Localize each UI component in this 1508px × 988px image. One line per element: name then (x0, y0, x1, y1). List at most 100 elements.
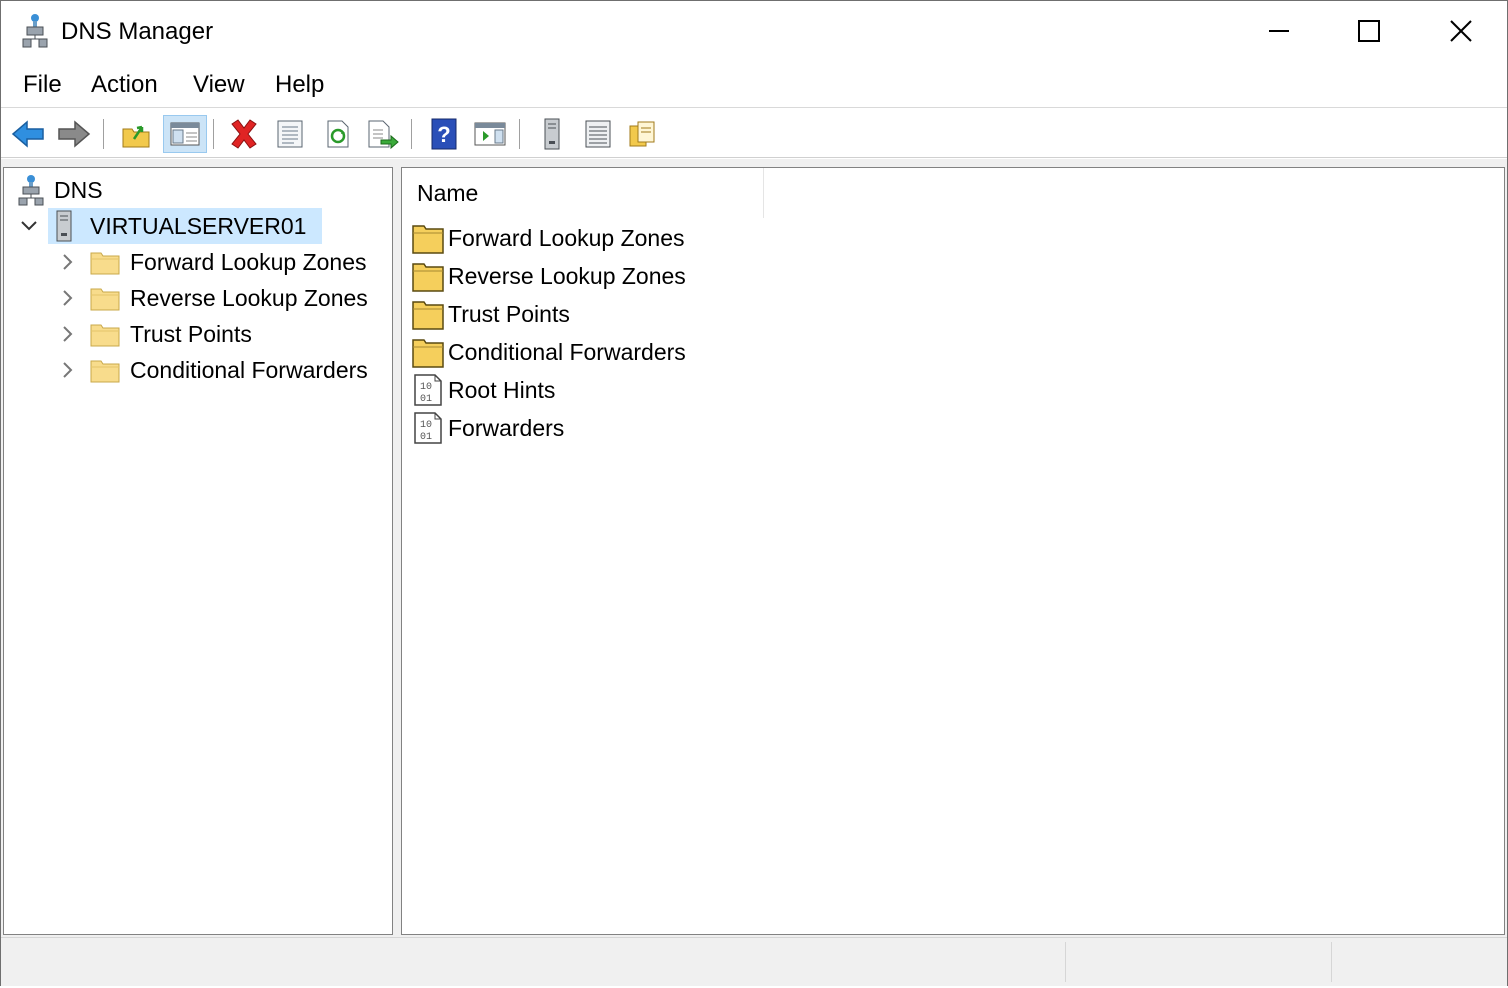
toolbar: ? (1, 109, 1507, 157)
console-tree[interactable]: DNS VIRTUALSERVER01 Forward Lookup Zones… (3, 167, 393, 935)
list-item[interactable]: Conditional Forwarders (412, 334, 686, 370)
list-item-label: Forward Lookup Zones (448, 224, 685, 251)
svg-text:?: ? (437, 122, 450, 147)
minimize-button[interactable] (1233, 1, 1325, 61)
properties-icon (277, 120, 303, 148)
toolbar-separator (519, 119, 520, 149)
list-item[interactable]: 10 01 Root Hints (412, 372, 555, 408)
back-arrow-icon (11, 120, 44, 148)
record-list-button[interactable] (579, 115, 617, 153)
show-action-pane-button[interactable] (471, 115, 509, 153)
list-item-label: Conditional Forwarders (448, 338, 686, 365)
tree-item-virtualserver01[interactable]: VIRTUALSERVER01 (18, 208, 323, 244)
status-bar (1, 937, 1507, 986)
up-one-level-button[interactable] (117, 115, 155, 153)
tree-item-dns[interactable]: DNS (18, 172, 111, 208)
minimize-icon (1269, 30, 1289, 32)
binary-file-icon: 10 01 (412, 373, 444, 407)
list-item-label: Root Hints (448, 376, 556, 403)
content-area: DNS VIRTUALSERVER01 Forward Lookup Zones… (1, 159, 1507, 937)
help-icon: ? (431, 118, 457, 150)
refresh-icon (327, 120, 349, 148)
tree-item-label: Conditional Forwarders (130, 357, 368, 383)
tree-item-forward-lookup-zones[interactable]: Forward Lookup Zones (56, 244, 375, 280)
tree-item-label: DNS (54, 177, 103, 203)
folder-icon (90, 249, 120, 275)
export-list-icon (368, 120, 399, 150)
copy-button[interactable] (623, 115, 661, 153)
forward-arrow-icon (58, 120, 91, 148)
folder-icon (412, 336, 444, 368)
export-list-button[interactable] (363, 115, 401, 153)
svg-text:10: 10 (420, 420, 432, 431)
folder-icon (412, 260, 444, 292)
chevron-right-icon[interactable] (56, 251, 78, 273)
tree-item-label: Forward Lookup Zones (130, 249, 367, 275)
folder-icon (412, 222, 444, 254)
menu-help[interactable]: Help (275, 65, 324, 105)
dns-manager-icon (21, 13, 49, 49)
folder-icon (90, 357, 120, 383)
menu-bar: File Action View Help (1, 65, 1507, 105)
up-folder-icon (122, 125, 150, 148)
copy-icon (629, 121, 655, 147)
show-hide-console-tree-icon (170, 122, 200, 146)
svg-text:01: 01 (420, 394, 432, 405)
list-item[interactable]: Trust Points (412, 296, 570, 332)
tree-item-reverse-lookup-zones[interactable]: Reverse Lookup Zones (56, 280, 376, 316)
maximize-icon (1358, 20, 1380, 42)
tree-item-label: Reverse Lookup Zones (130, 285, 368, 311)
window-title: DNS Manager (61, 18, 214, 45)
folder-icon (90, 321, 120, 347)
toolbar-separator (103, 119, 104, 149)
dns-manager-window: DNS Manager File Action View Help ? DNS … (0, 0, 1508, 986)
server-icon (54, 209, 80, 243)
forward-button[interactable] (55, 115, 93, 153)
refresh-button[interactable] (319, 115, 357, 153)
toolbar-separator (411, 119, 412, 149)
close-button[interactable] (1415, 1, 1507, 61)
help-button[interactable]: ? (425, 115, 463, 153)
list-item-label: Forwarders (448, 414, 565, 441)
properties-button[interactable] (271, 115, 309, 153)
delete-icon (231, 119, 257, 149)
menu-action[interactable]: Action (91, 65, 158, 105)
close-icon (1450, 20, 1472, 42)
tree-item-conditional-forwarders[interactable]: Conditional Forwarders (56, 352, 376, 388)
tree-item-trust-points[interactable]: Trust Points (56, 316, 260, 352)
list-item[interactable]: Forward Lookup Zones (412, 220, 685, 256)
tree-item-label: VIRTUALSERVER01 (90, 213, 307, 239)
list-item-label: Reverse Lookup Zones (448, 262, 686, 289)
svg-text:10: 10 (420, 382, 432, 393)
dns-icon (18, 174, 46, 206)
list-item[interactable]: 10 01 Forwarders (412, 410, 564, 446)
delete-button[interactable] (225, 115, 263, 153)
list-item[interactable]: Reverse Lookup Zones (412, 258, 686, 294)
server-icon (544, 118, 560, 150)
show-action-pane-icon (474, 122, 506, 146)
divider (1, 157, 1507, 158)
menu-file[interactable]: File (23, 65, 62, 105)
back-button[interactable] (9, 115, 47, 153)
binary-file-icon: 10 01 (412, 411, 444, 445)
tree-item-label: Trust Points (130, 321, 252, 347)
list-item-label: Trust Points (448, 300, 570, 327)
show-hide-console-tree-button[interactable] (163, 115, 207, 153)
details-list[interactable]: Name Forward Lookup Zones Reverse Lookup… (401, 167, 1505, 935)
folder-icon (90, 285, 120, 311)
divider (1, 107, 1507, 108)
maximize-button[interactable] (1323, 1, 1415, 61)
chevron-right-icon[interactable] (56, 287, 78, 309)
svg-text:01: 01 (420, 432, 432, 443)
chevron-right-icon[interactable] (56, 359, 78, 381)
chevron-right-icon[interactable] (56, 323, 78, 345)
record-list-icon (585, 120, 611, 148)
column-header-name[interactable]: Name (402, 168, 764, 218)
chevron-down-icon[interactable] (18, 215, 40, 237)
selection-highlight: VIRTUALSERVER01 (48, 208, 323, 244)
menu-view[interactable]: View (193, 65, 245, 105)
title-bar[interactable]: DNS Manager (1, 1, 1507, 61)
server-button[interactable] (533, 115, 571, 153)
column-header-label: Name (417, 180, 479, 206)
status-separator (1065, 942, 1066, 982)
